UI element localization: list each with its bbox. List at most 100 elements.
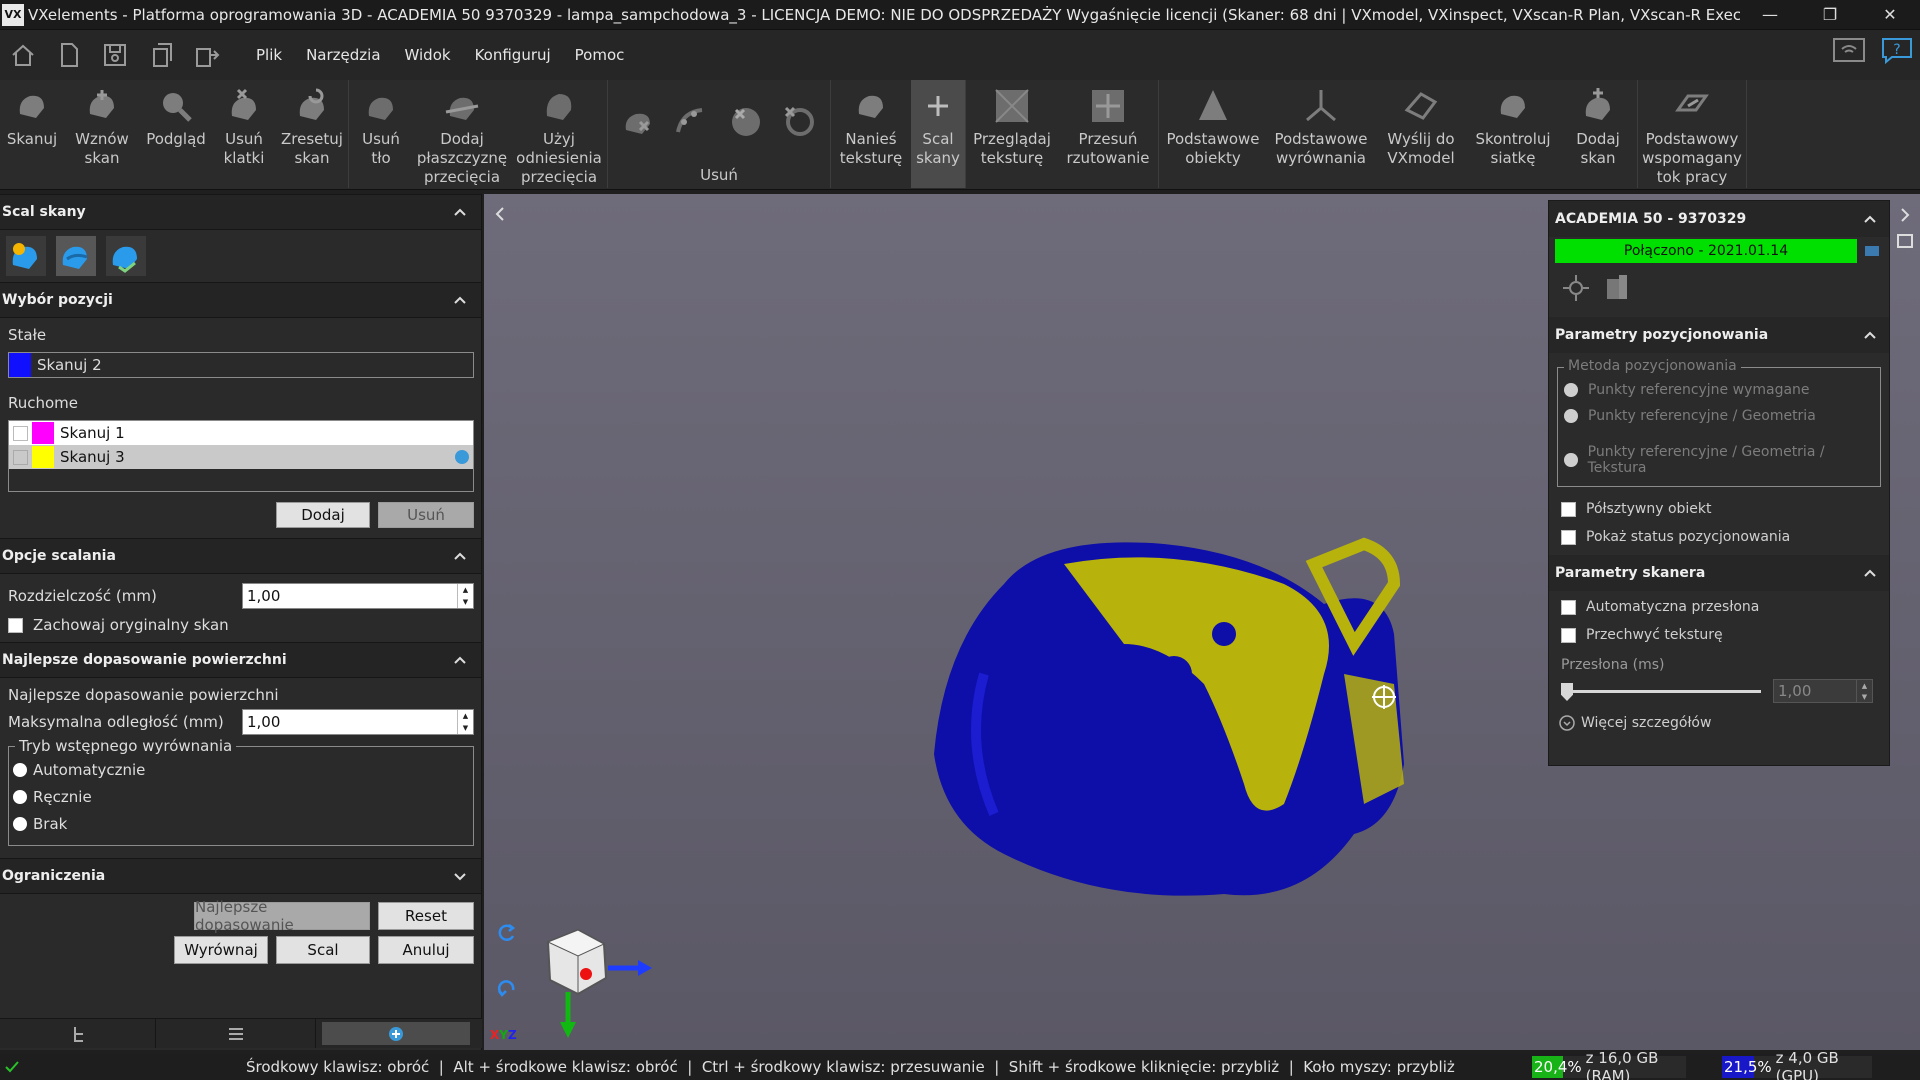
list-item[interactable]: Skanuj 3 bbox=[9, 445, 473, 469]
merge-mode-auto-button[interactable] bbox=[56, 236, 96, 276]
dodaj-button[interactable]: Dodaj bbox=[276, 502, 370, 528]
przeslona-input[interactable]: 1,00 ▲ ▼ bbox=[1773, 679, 1873, 703]
tryb-option-auto[interactable]: Automatycznie bbox=[13, 761, 473, 779]
merge-mode-manual-button[interactable] bbox=[6, 236, 46, 276]
podstawowe-obiekty-button[interactable]: Podstawowe obiekty bbox=[1159, 80, 1267, 188]
tab-add[interactable] bbox=[322, 1022, 470, 1045]
new-file-icon[interactable] bbox=[46, 35, 92, 75]
wznow-skan-button[interactable]: Wznów skan bbox=[64, 80, 140, 188]
device-header[interactable]: ACADEMIA 50 - 9370329 bbox=[1549, 201, 1889, 237]
dodaj-skan-button[interactable]: Dodaj skan bbox=[1559, 80, 1637, 188]
usun-klatki-button[interactable]: Usuń klatki bbox=[212, 80, 276, 188]
metoda-option[interactable]: Punkty referencyjne / Geometria bbox=[1564, 408, 1880, 424]
scal-button[interactable]: Scal bbox=[276, 936, 370, 964]
section-opcje-scalania[interactable]: Opcje scalania bbox=[0, 538, 481, 574]
chevron-up-icon[interactable] bbox=[453, 653, 467, 667]
tab-list[interactable] bbox=[156, 1019, 316, 1048]
anuluj-button[interactable]: Anuluj bbox=[378, 936, 474, 964]
orientation-cube[interactable] bbox=[530, 922, 670, 1042]
rozdzielczosc-spinner[interactable]: ▲ ▼ bbox=[457, 584, 473, 608]
section-scal-skany[interactable]: Scal skany bbox=[0, 194, 481, 230]
zachowaj-checkbox[interactable] bbox=[8, 617, 23, 633]
tok-pracy-button[interactable]: Podstawowy wspomagany tok pracy bbox=[1638, 80, 1746, 188]
wyslij-vxmodel-button[interactable]: Wyślij do VXmodel bbox=[1375, 80, 1467, 188]
menu-narzedzia[interactable]: Narzędzia bbox=[294, 46, 392, 64]
przeslona-slider[interactable] bbox=[1561, 681, 1761, 701]
reset-button[interactable]: Reset bbox=[378, 902, 474, 930]
section-wybor-pozycji[interactable]: Wybór pozycji bbox=[0, 282, 481, 318]
radio-brak[interactable] bbox=[13, 817, 27, 831]
slider-handle[interactable] bbox=[1561, 683, 1573, 701]
chevron-up-icon[interactable] bbox=[453, 293, 467, 307]
przechwyc-checkbox[interactable] bbox=[1561, 627, 1576, 643]
chevron-up-icon[interactable] bbox=[1863, 328, 1877, 342]
przegladaj-teksture-button[interactable]: Przeglądaj teksturę bbox=[966, 80, 1058, 188]
menu-konfiguruj[interactable]: Konfiguruj bbox=[463, 46, 563, 64]
home-icon[interactable] bbox=[0, 35, 46, 75]
list-item[interactable]: Skanuj 1 bbox=[9, 421, 473, 445]
metoda-option[interactable]: Punkty referencyjne wymagane bbox=[1564, 382, 1880, 398]
scanner-device-icon[interactable] bbox=[1601, 273, 1631, 303]
section-najlepsze-dopasowanie[interactable]: Najlepsze dopasowanie powierzchni bbox=[0, 642, 481, 678]
chevron-up-icon[interactable] bbox=[1863, 566, 1877, 580]
chevron-up-icon[interactable] bbox=[453, 205, 467, 219]
tryb-option-manual[interactable]: Ręcznie bbox=[13, 788, 473, 806]
wifi-icon[interactable] bbox=[1832, 36, 1866, 68]
radio-automatycznie[interactable] bbox=[13, 763, 27, 777]
wiecej-szczegolow-link[interactable]: Więcej szczegółów bbox=[1559, 715, 1889, 731]
section-ograniczenia[interactable]: Ograniczenia bbox=[0, 858, 481, 894]
tryb-option-none[interactable]: Brak bbox=[13, 815, 473, 833]
laser-icon[interactable] bbox=[1561, 273, 1591, 303]
podglad-button[interactable]: Podgląd bbox=[140, 80, 212, 188]
minimize-button[interactable]: — bbox=[1740, 0, 1800, 30]
przesun-rzutowanie-button[interactable]: Przesuń rzutowanie bbox=[1058, 80, 1158, 188]
maks-odleglosc-spinner[interactable]: ▲ ▼ bbox=[457, 710, 473, 734]
menu-widok[interactable]: Widok bbox=[393, 46, 463, 64]
radio-metoda-1[interactable] bbox=[1564, 383, 1578, 397]
section-parametry-pozycjonowania[interactable]: Parametry pozycjonowania bbox=[1549, 317, 1889, 353]
rotate-cw-icon[interactable] bbox=[496, 922, 518, 944]
tab-tree[interactable] bbox=[0, 1019, 156, 1048]
rotate-ccw-icon[interactable] bbox=[496, 978, 518, 1000]
pokaz-status-checkbox[interactable] bbox=[1561, 529, 1576, 545]
maks-odleglosc-input[interactable]: 1,00 ▲ ▼ bbox=[242, 709, 474, 735]
device-settings-icon[interactable] bbox=[1863, 242, 1881, 260]
close-button[interactable]: ✕ bbox=[1860, 0, 1920, 30]
skontroluj-siatke-button[interactable]: Skontroluj siatkę bbox=[1467, 80, 1559, 188]
scan-checkbox[interactable] bbox=[13, 449, 28, 465]
usun-tlo-button[interactable]: Usuń tło bbox=[349, 80, 413, 188]
dodaj-plaszczyzne-button[interactable]: Dodaj płaszczyznę przecięcia bbox=[413, 80, 511, 188]
save-icon[interactable] bbox=[92, 35, 138, 75]
collapse-left-icon[interactable] bbox=[490, 204, 510, 224]
chevron-up-icon[interactable] bbox=[453, 549, 467, 563]
delete-sphere-icon[interactable] bbox=[726, 102, 766, 142]
delete-lasso-icon[interactable] bbox=[672, 102, 712, 142]
section-parametry-skanera[interactable]: Parametry skanera bbox=[1549, 555, 1889, 591]
skanuj-button[interactable]: Skanuj bbox=[0, 80, 64, 188]
stale-scan-item[interactable]: Skanuj 2 bbox=[8, 352, 474, 378]
metoda-option[interactable]: Punkty referencyjne / Geometria / Tekstu… bbox=[1564, 444, 1880, 476]
scan-checkbox[interactable] bbox=[13, 425, 28, 441]
rozdzielczosc-input[interactable]: 1,00 ▲ ▼ bbox=[242, 583, 474, 609]
wyrownaj-button[interactable]: Wyrównaj bbox=[174, 936, 268, 964]
panel-toggle-icon[interactable] bbox=[1896, 232, 1914, 250]
menu-pomoc[interactable]: Pomoc bbox=[563, 46, 637, 64]
export-icon[interactable] bbox=[184, 35, 230, 75]
radio-metoda-2[interactable] bbox=[1564, 409, 1578, 423]
scan-model[interactable] bbox=[924, 524, 1484, 924]
menu-plik[interactable]: Plik bbox=[244, 46, 294, 64]
auto-przeslona-checkbox[interactable] bbox=[1561, 599, 1576, 615]
przeslona-spinner[interactable]: ▲ ▼ bbox=[1856, 680, 1872, 702]
radio-recznie[interactable] bbox=[13, 790, 27, 804]
import-icon[interactable] bbox=[138, 35, 184, 75]
restore-button[interactable]: ❐ bbox=[1800, 0, 1860, 30]
delete-isolated-icon[interactable] bbox=[780, 102, 820, 142]
uzyj-odniesienia-button[interactable]: Użyj odniesienia przecięcia bbox=[511, 80, 607, 188]
nanies-teksture-button[interactable]: Nanieś teksturę bbox=[831, 80, 911, 188]
collapse-right-icon[interactable] bbox=[1896, 206, 1914, 224]
delete-selection-icon[interactable] bbox=[618, 102, 658, 142]
usun-button[interactable]: Usuń bbox=[378, 502, 474, 528]
chevron-up-icon[interactable] bbox=[1863, 212, 1877, 226]
chevron-down-icon[interactable] bbox=[453, 869, 467, 883]
polsztywny-checkbox[interactable] bbox=[1561, 501, 1576, 517]
